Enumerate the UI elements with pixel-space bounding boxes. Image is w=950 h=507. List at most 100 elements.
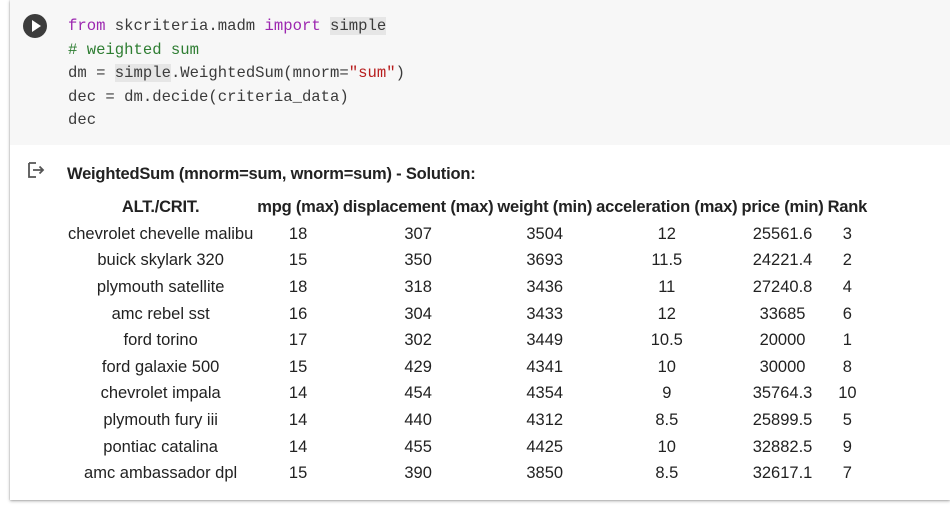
cell-alternative: buick skylark 320 — [97, 251, 224, 270]
cell-alternative: ford galaxie 500 — [101, 357, 220, 376]
cell-weight: 4425 — [526, 437, 564, 456]
cell-price: 33685 — [759, 304, 806, 323]
code-token: import — [264, 17, 321, 35]
header-mpg: mpg (max) — [257, 198, 339, 216]
table-row: buick skylark 320 15 350 3693 11.5 24221.4 2 — [66, 248, 869, 275]
cell-mpg: 16 — [288, 304, 308, 323]
cell-acceleration: 12 — [657, 304, 676, 323]
cell-mpg: 17 — [288, 331, 308, 350]
cell-alternative: pontiac catalina — [103, 437, 218, 456]
header-weight: weight (min) — [497, 198, 593, 216]
cell-alternative: plymouth fury iii — [103, 410, 218, 429]
cell-displacement: 318 — [404, 277, 432, 296]
table-header-row: ALT./CRIT. mpg (max) displacement (max) … — [66, 194, 869, 221]
cell-mpg: 14 — [288, 437, 308, 456]
table-row: amc ambassador dpl 15 390 3850 8.5 32617.1 7 — [66, 460, 869, 487]
cell-price: 27240.8 — [752, 277, 813, 296]
run-cell-button[interactable] — [23, 14, 47, 38]
header-alt-crit: ALT./CRIT. — [121, 198, 200, 216]
cell-acceleration: 11 — [658, 277, 676, 296]
cell-weight: 3850 — [526, 464, 564, 483]
cell-mpg: 15 — [288, 464, 308, 483]
table-row: chevrolet impala 14 454 4354 9 35764.3 10 — [66, 381, 869, 408]
cell-rank: 7 — [842, 464, 852, 483]
cell-rank: 3 — [842, 224, 852, 243]
code-token: ) — [395, 64, 405, 83]
cell-mpg: 14 — [288, 384, 308, 403]
cell-acceleration: 10 — [657, 437, 676, 456]
cell-displacement: 350 — [404, 251, 432, 270]
cell-price: 32617.1 — [752, 464, 813, 483]
cell-acceleration: 10.5 — [650, 331, 683, 350]
code-token: dm = — [68, 64, 115, 83]
code-token: "sum" — [348, 64, 396, 83]
cell-mpg: 14 — [288, 410, 308, 429]
code-token: simple — [114, 64, 171, 83]
cell-rank: 2 — [842, 251, 852, 270]
cell-rank: 10 — [838, 384, 857, 403]
code-token: simple — [330, 17, 387, 35]
code-editor[interactable]: from skcriteria.madm import simple # wei… — [10, 0, 950, 145]
table-row: amc rebel sst 16 304 3433 12 33685 6 — [66, 301, 869, 328]
cell-mpg: 15 — [288, 251, 308, 270]
cell-acceleration: 8.5 — [655, 464, 679, 483]
cell-alternative: chevrolet chevelle malibu — [68, 224, 254, 243]
table-row: pontiac catalina 14 455 4425 10 32882.5 9 — [66, 434, 869, 461]
cell-price: 25899.5 — [752, 410, 813, 429]
code-token: dec — [68, 111, 97, 130]
cell-acceleration: 11.5 — [651, 251, 683, 270]
cell-price: 35764.3 — [752, 384, 813, 403]
cell-displacement: 302 — [404, 331, 432, 350]
cell-weight: 4312 — [526, 410, 564, 429]
solution-table: ALT./CRIT. mpg (max) displacement (max) … — [66, 194, 869, 487]
cell-acceleration: 8.5 — [655, 410, 679, 429]
cell-alternative: chevrolet impala — [100, 384, 221, 403]
cell-mpg: 18 — [288, 277, 308, 296]
play-icon — [32, 20, 41, 32]
cell-rank: 4 — [842, 277, 852, 296]
table-row: plymouth satellite 18 318 3436 11 27240.8 4 — [66, 274, 869, 301]
code-text[interactable]: from skcriteria.madm import simple # wei… — [68, 15, 405, 133]
cell-price: 30000 — [759, 357, 806, 376]
cell-displacement: 304 — [404, 304, 432, 323]
header-acceleration: acceleration (max) — [596, 198, 738, 216]
cell-weight: 3504 — [526, 224, 564, 243]
cell-displacement: 429 — [404, 357, 432, 376]
table-row: ford torino 17 302 3449 10.5 20000 1 — [66, 327, 869, 354]
cell-weight: 3693 — [526, 251, 564, 270]
header-price: price (min) — [741, 198, 824, 216]
cell-weight: 4341 — [526, 357, 564, 376]
cell-rank: 8 — [842, 357, 852, 376]
code-token: # weighted sum — [68, 40, 200, 59]
output-title: WeightedSum (mnorm=sum, wnorm=sum) - Sol… — [67, 165, 476, 183]
header-rank: Rank — [827, 198, 868, 216]
cell-displacement: 390 — [404, 464, 432, 483]
cell-displacement: 440 — [404, 410, 432, 429]
cell-acceleration: 10 — [657, 357, 676, 376]
output-arrow-icon — [26, 160, 46, 180]
table-body: chevrolet chevelle malibu 18 307 3504 12 2556… — [66, 221, 869, 487]
notebook-cell: from skcriteria.madm import simple # wei… — [10, 0, 950, 500]
table-row: plymouth fury iii 14 440 4312 8.5 25899.5 5 — [66, 407, 869, 434]
code-token: .WeightedSum(mnorm= — [170, 64, 349, 83]
cell-rank: 1 — [842, 331, 852, 350]
cell-price: 25561.6 — [752, 224, 813, 243]
table-row: ford galaxie 500 15 429 4341 10 30000 8 — [66, 354, 869, 381]
cell-displacement: 454 — [404, 384, 432, 403]
code-token: from — [68, 17, 106, 35]
cell-alternative: amc ambassador dpl — [84, 464, 238, 483]
table-row: chevrolet chevelle malibu 18 307 3504 12 2556… — [66, 221, 869, 248]
cell-mpg: 18 — [288, 224, 308, 243]
cell-price: 24221.4 — [752, 251, 813, 270]
cell-alternative: plymouth satellite — [96, 277, 225, 296]
header-displacement: displacement (max) — [342, 198, 494, 216]
cell-acceleration: 12 — [657, 224, 676, 243]
cell-weight: 4354 — [526, 384, 564, 403]
cell-weight: 3449 — [526, 331, 564, 350]
cell-displacement: 307 — [404, 224, 432, 243]
cell-displacement: 455 — [404, 437, 432, 456]
code-token: dec = dm.decide(criteria_data) — [68, 87, 349, 106]
cell-rank: 5 — [842, 410, 852, 429]
cell-price: 32882.5 — [752, 437, 813, 456]
